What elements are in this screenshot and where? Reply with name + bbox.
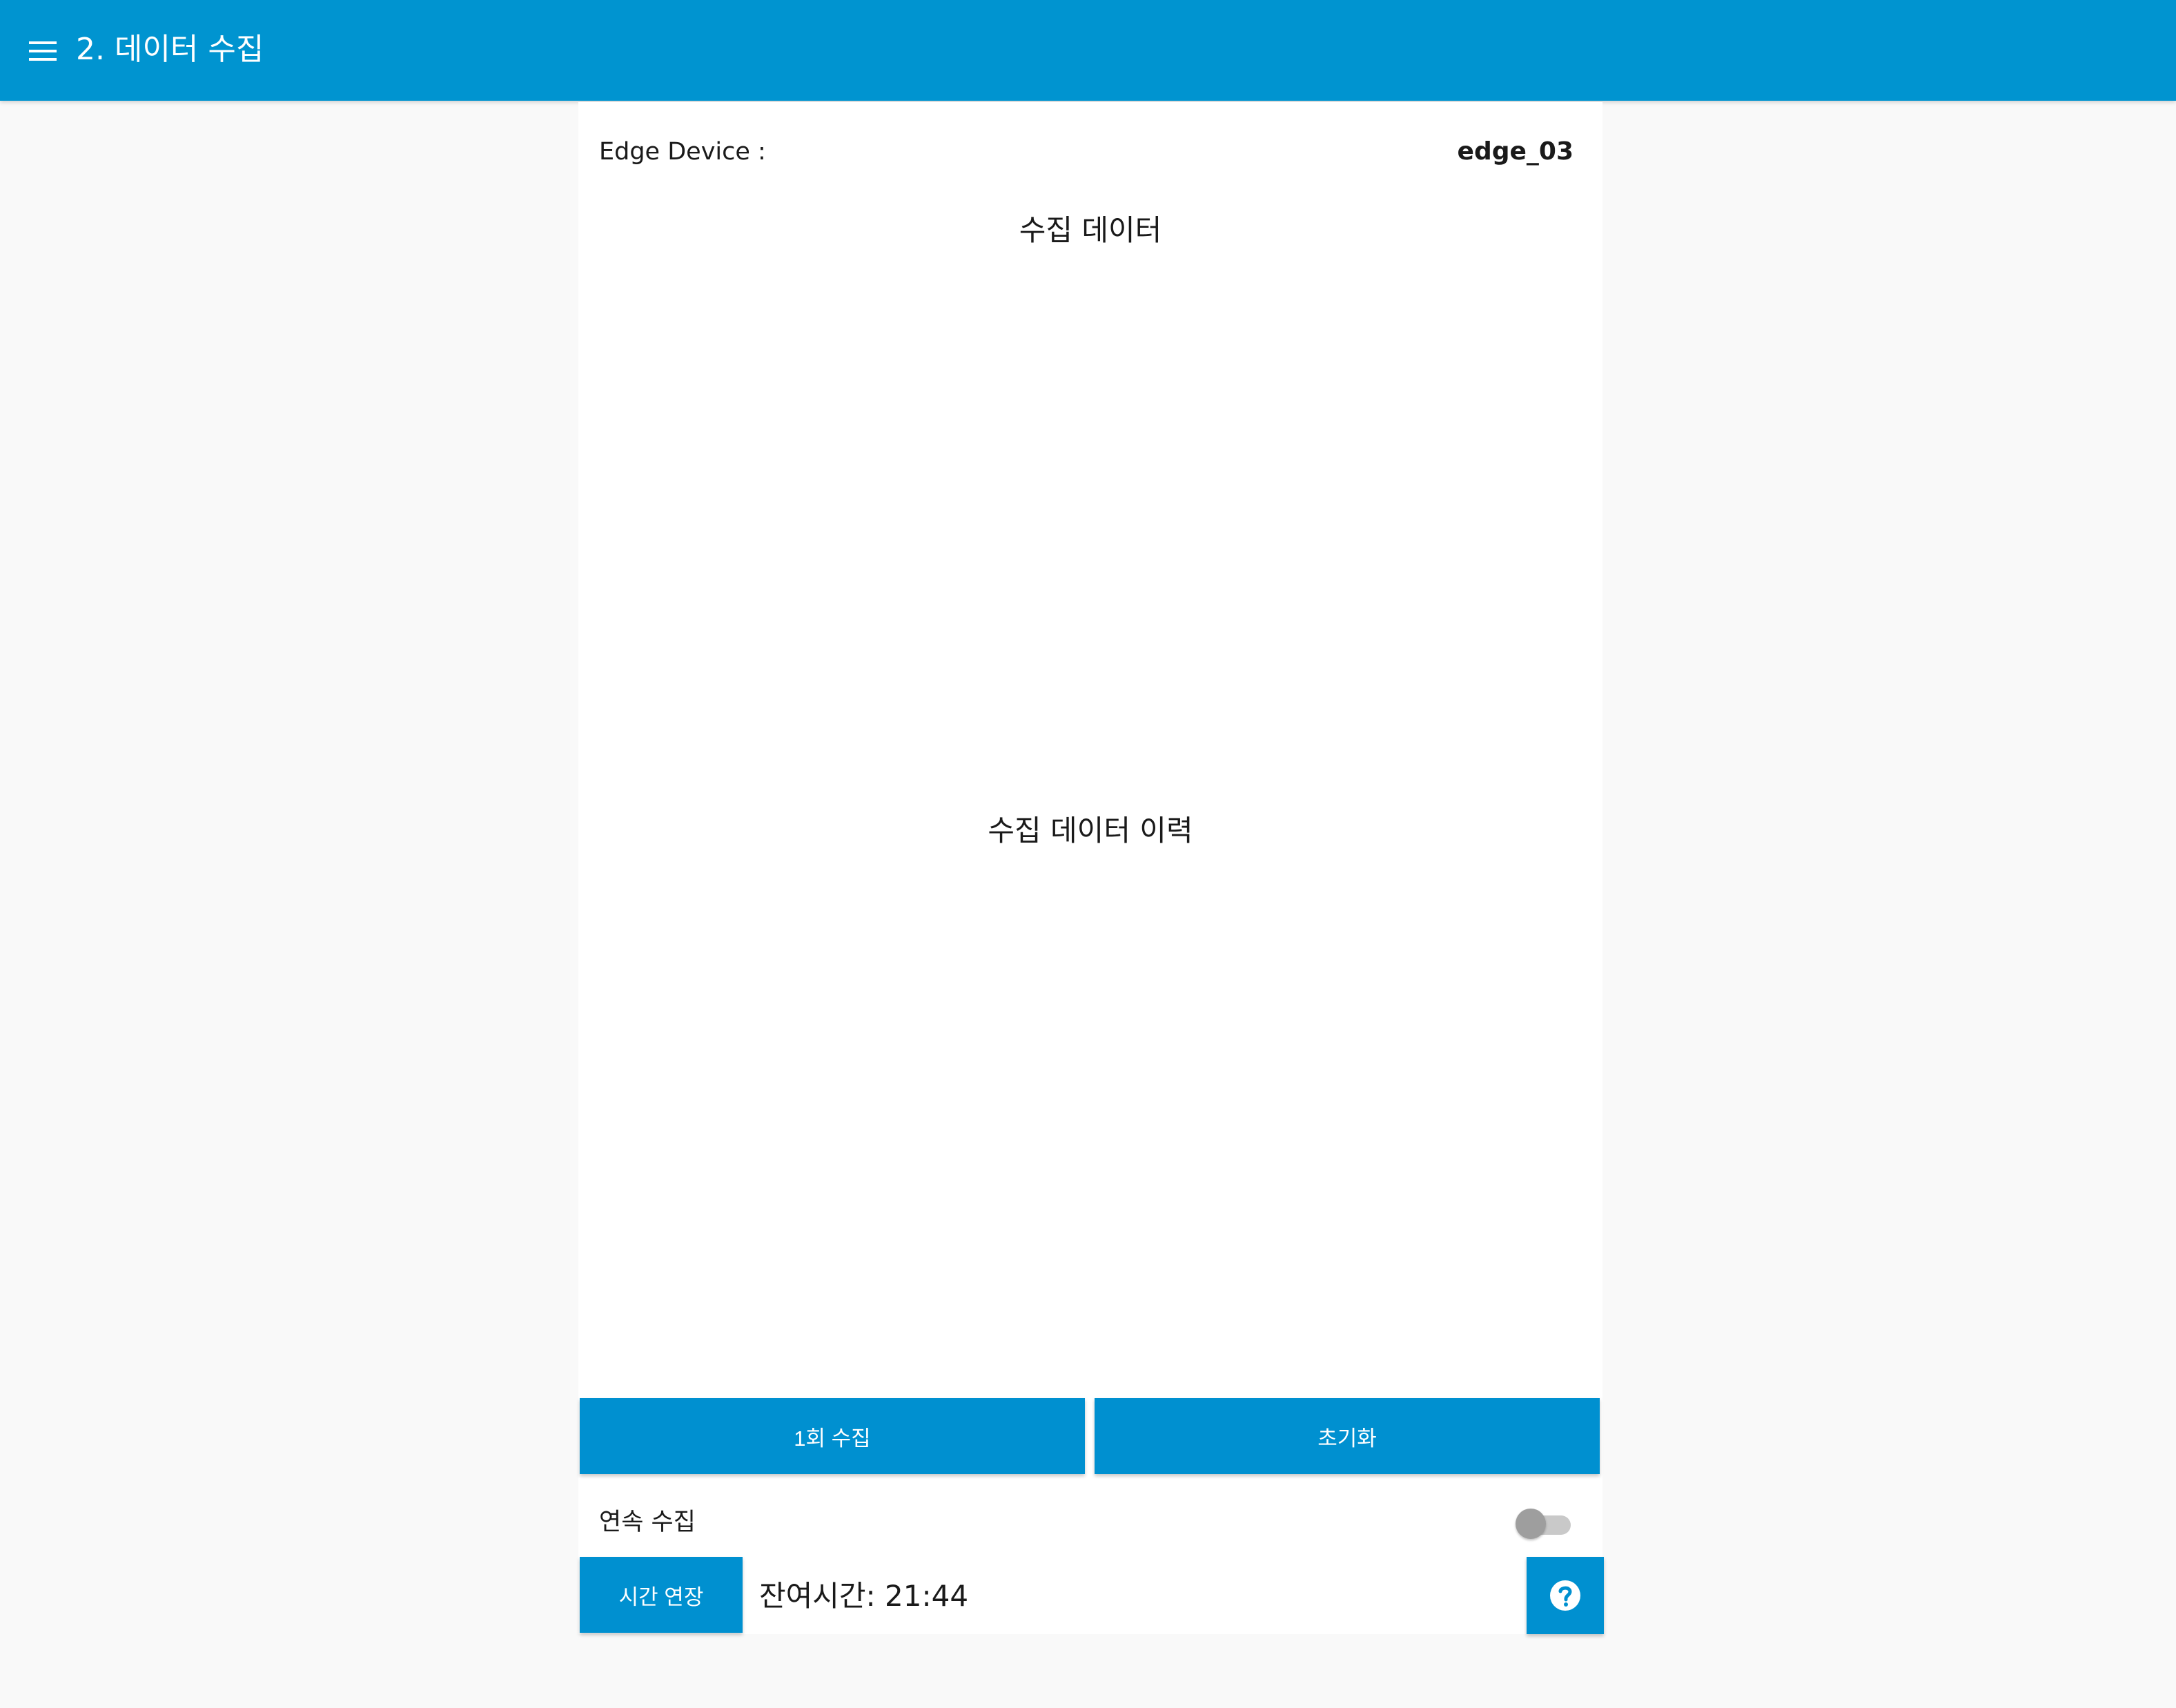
- remaining-time: 잔여시간: 21:44: [759, 1579, 969, 1613]
- reset-button[interactable]: 초기화: [1095, 1398, 1600, 1474]
- continuous-collect-toggle[interactable]: [1516, 1506, 1574, 1542]
- page-title: 2. 데이터 수집: [76, 32, 264, 67]
- app-bar: 2. 데이터 수집: [0, 0, 2176, 101]
- edge-device-value: edge_03: [1457, 137, 1574, 166]
- hamburger-menu-icon: [29, 41, 57, 61]
- help-circle-icon: [1550, 1580, 1580, 1611]
- continuous-collect-label: 연속 수집: [599, 1509, 696, 1536]
- edge-device-label: Edge Device :: [599, 138, 766, 166]
- help-button[interactable]: [1527, 1557, 1604, 1634]
- extend-time-button[interactable]: 시간 연장: [580, 1557, 743, 1633]
- collected-data-history-title: 수집 데이터 이력: [988, 814, 1193, 847]
- collect-once-button[interactable]: 1회 수집: [580, 1398, 1085, 1474]
- toggle-thumb: [1516, 1509, 1546, 1539]
- collected-data-title: 수집 데이터: [1019, 213, 1162, 247]
- menu-button[interactable]: [25, 36, 63, 66]
